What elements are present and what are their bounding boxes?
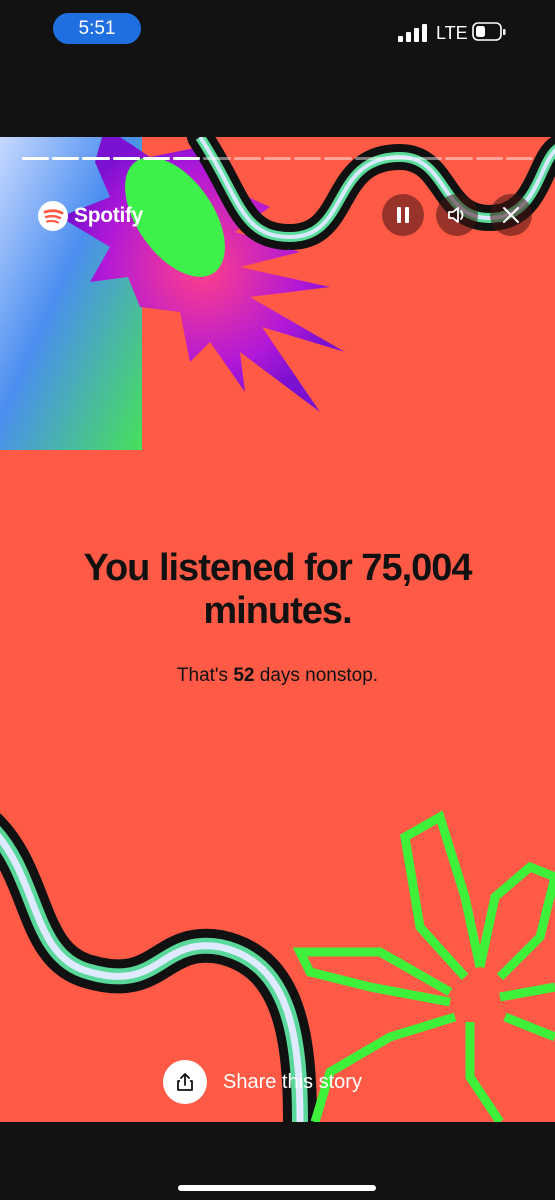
- close-icon: [503, 207, 519, 223]
- story-subtitle: That's 52 days nonstop.: [0, 665, 555, 687]
- story-card[interactable]: Spotify You listened for 75,004 minutes.…: [0, 137, 555, 1122]
- progress-segment: [475, 157, 503, 160]
- close-button[interactable]: [490, 194, 532, 236]
- pause-icon: [397, 207, 409, 223]
- story-headline: You listened for 75,004 minutes.: [83, 547, 472, 632]
- signal-icon: [398, 24, 430, 42]
- progress-segment: [415, 157, 443, 160]
- progress-segment: [52, 157, 80, 160]
- mute-button[interactable]: [436, 194, 478, 236]
- progress-segment: [112, 157, 140, 160]
- share-label: Share this story: [223, 1070, 362, 1093]
- status-bar: 5:51 LTE: [0, 0, 555, 137]
- progress-segment: [294, 157, 322, 160]
- subtitle-suffix: days nonstop.: [254, 665, 379, 686]
- progress-segment: [142, 157, 171, 160]
- battery-icon: [472, 22, 506, 41]
- carrier-label: LTE: [436, 23, 468, 43]
- status-time: 5:51: [53, 13, 141, 44]
- pause-button[interactable]: [382, 194, 424, 236]
- share-story-button[interactable]: Share this story: [163, 1060, 362, 1104]
- progress-segment: [233, 157, 261, 160]
- home-indicator[interactable]: [178, 1185, 376, 1191]
- progress-segment: [203, 157, 231, 160]
- subtitle-prefix: That's: [176, 665, 234, 686]
- progress-segment: [445, 157, 473, 160]
- subtitle-highlight: 52: [233, 665, 255, 686]
- spotify-logo: Spotify: [38, 201, 143, 231]
- progress-segment: [354, 157, 382, 160]
- progress-segment: [384, 157, 413, 160]
- progress-segment: [324, 157, 352, 160]
- progress-segment: [505, 157, 533, 160]
- spotify-logo-icon: [38, 201, 68, 231]
- progress-segment: [82, 157, 110, 160]
- story-progress: [22, 157, 533, 160]
- share-icon-button[interactable]: [163, 1060, 207, 1104]
- share-icon: [177, 1073, 193, 1091]
- progress-segment: [173, 157, 201, 160]
- volume-icon: [448, 207, 464, 223]
- progress-segment: [22, 157, 50, 160]
- spotify-wordmark: Spotify: [74, 204, 144, 227]
- progress-segment: [263, 157, 292, 160]
